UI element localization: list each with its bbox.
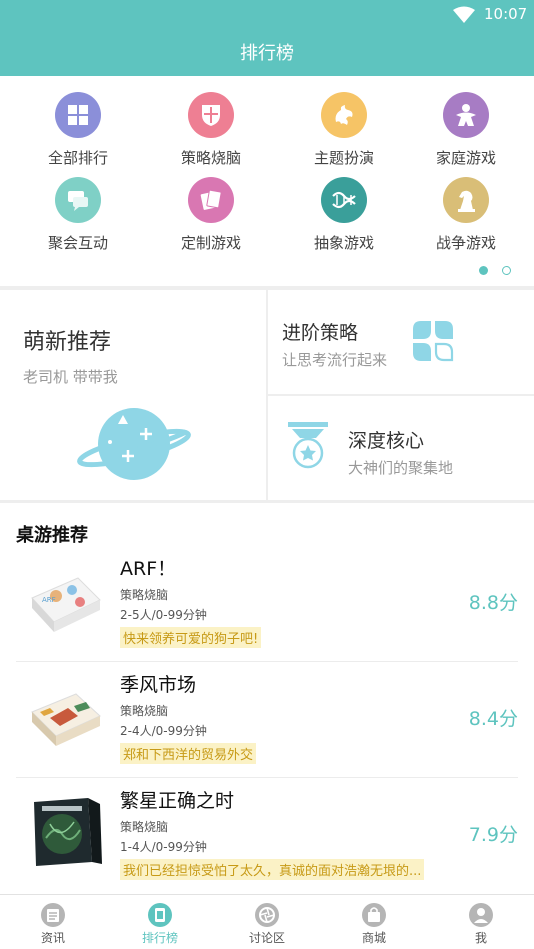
svg-text:ARF: ARF — [42, 596, 56, 604]
game-item[interactable]: 季风市场 策略烧脑 2-4人/0-99分钟 郑和下西洋的贸易外交 8.4分 — [16, 662, 518, 778]
hardcore-subtitle: 大神们的聚集地 — [348, 459, 454, 477]
tab-shop[interactable]: 商城 — [321, 895, 427, 949]
meeple-icon — [443, 92, 489, 138]
game-tagline: 快来领养可爱的狗子吧! — [120, 627, 262, 648]
news-icon — [41, 903, 65, 927]
category-custom[interactable]: 定制游戏 — [156, 161, 266, 252]
game-genre: 策略烧脑 — [120, 588, 169, 602]
profile-icon — [469, 903, 493, 927]
dragon-icon — [321, 92, 367, 138]
game-tagline: 我们已经担惊受怕了太久，真诚的面对浩瀚无垠的... — [120, 859, 425, 880]
recommend-title: 桌游推荐 — [16, 525, 88, 546]
horse-icon — [443, 177, 489, 223]
page-indicator — [0, 264, 534, 276]
app-bar: 排行榜 — [0, 28, 534, 76]
grid-icon — [55, 92, 101, 138]
dna-icon — [321, 177, 367, 223]
game-item[interactable]: 繁星正确之时 策略烧脑 1-4人/0-99分钟 我们已经担惊受怕了太久，真诚的面… — [16, 778, 518, 894]
tab-label: 资讯 — [40, 931, 65, 945]
status-bar: 10:07 — [0, 0, 534, 28]
shield-icon — [188, 92, 234, 138]
shop-icon — [362, 903, 386, 927]
game-players: 2-5人/0-99分钟 — [120, 608, 207, 622]
advanced-subtitle: 让思考流行起来 — [282, 351, 388, 369]
newbie-title: 萌新推荐 — [23, 330, 112, 355]
petals-icon — [413, 321, 454, 362]
category-label: 抽象游戏 — [313, 234, 374, 252]
game-item[interactable]: ARF ARF！ 策略烧脑 2-5人/0-99分钟 快来领养可爱的狗子吧! 8.… — [16, 546, 518, 662]
tab-news[interactable]: 资讯 — [0, 895, 106, 949]
category-war[interactable]: 战争游戏 — [411, 161, 521, 252]
advanced-card[interactable]: 进阶策略 让思考流行起来 — [268, 290, 534, 394]
game-score: 8.8分 — [468, 592, 518, 614]
tab-discussion[interactable]: 讨论区 — [214, 895, 320, 949]
chat-icon — [55, 177, 101, 223]
game-score: 8.4分 — [468, 708, 518, 730]
tab-label: 商城 — [361, 931, 386, 945]
promo-section: 萌新推荐 老司机 带带我 进阶策略 让思考流行起来 深度核心 大神们的聚集地 — [0, 290, 534, 500]
advanced-title: 进阶策略 — [282, 322, 359, 344]
page-dot-active — [479, 266, 488, 275]
planet-icon — [77, 408, 191, 480]
game-players: 2-4人/0-99分钟 — [120, 724, 207, 738]
tab-profile[interactable]: 我 — [428, 895, 534, 949]
game-genre: 策略烧脑 — [120, 704, 169, 718]
hardcore-card[interactable]: 深度核心 大神们的聚集地 — [268, 396, 534, 500]
game-genre: 策略烧脑 — [120, 820, 169, 834]
page-dot — [502, 266, 511, 275]
game-score: 7.9分 — [468, 824, 518, 846]
game-box-image — [34, 798, 102, 866]
section-divider — [0, 500, 534, 503]
tab-ranking[interactable]: 排行榜 — [107, 895, 213, 949]
ranking-icon — [148, 903, 172, 927]
tab-label: 讨论区 — [248, 931, 285, 945]
category-abstract[interactable]: 抽象游戏 — [289, 161, 399, 252]
page-title: 排行榜 — [240, 43, 294, 64]
game-box-image: ARF — [31, 577, 101, 632]
category-roleplay[interactable]: 主题扮演 — [289, 76, 399, 167]
wifi-icon — [453, 6, 475, 23]
bottom-tab-bar: 资讯 排行榜 讨论区 商城 我 — [0, 894, 534, 949]
category-party[interactable]: 聚会互动 — [23, 161, 133, 252]
game-tagline: 郑和下西洋的贸易外交 — [120, 743, 257, 764]
category-strategy[interactable]: 策略烧脑 — [156, 76, 266, 167]
tab-label: 排行榜 — [141, 931, 178, 945]
category-all-ranking[interactable]: 全部排行 — [23, 76, 133, 167]
discussion-icon — [255, 903, 279, 927]
cards-icon — [188, 177, 234, 223]
newbie-card[interactable]: 萌新推荐 老司机 带带我 — [0, 290, 266, 500]
game-players: 1-4人/0-99分钟 — [120, 840, 207, 854]
category-label: 定制游戏 — [180, 234, 241, 252]
category-label: 聚会互动 — [47, 234, 108, 252]
game-name: ARF！ — [120, 558, 177, 580]
game-box-image — [31, 693, 101, 746]
hardcore-title: 深度核心 — [348, 430, 425, 452]
game-name: 季风市场 — [120, 674, 197, 696]
tab-label: 我 — [474, 931, 487, 945]
category-family[interactable]: 家庭游戏 — [411, 76, 521, 167]
game-name: 繁星正确之时 — [120, 790, 235, 812]
status-time: 10:07 — [484, 5, 528, 23]
newbie-subtitle: 老司机 带带我 — [23, 368, 118, 386]
medal-icon — [288, 422, 328, 469]
category-grid: 全部排行 策略烧脑 主题扮演 家庭游戏 聚会互动 定制游戏 抽象游戏 战争游戏 — [0, 76, 534, 288]
category-label: 战争游戏 — [435, 234, 496, 252]
